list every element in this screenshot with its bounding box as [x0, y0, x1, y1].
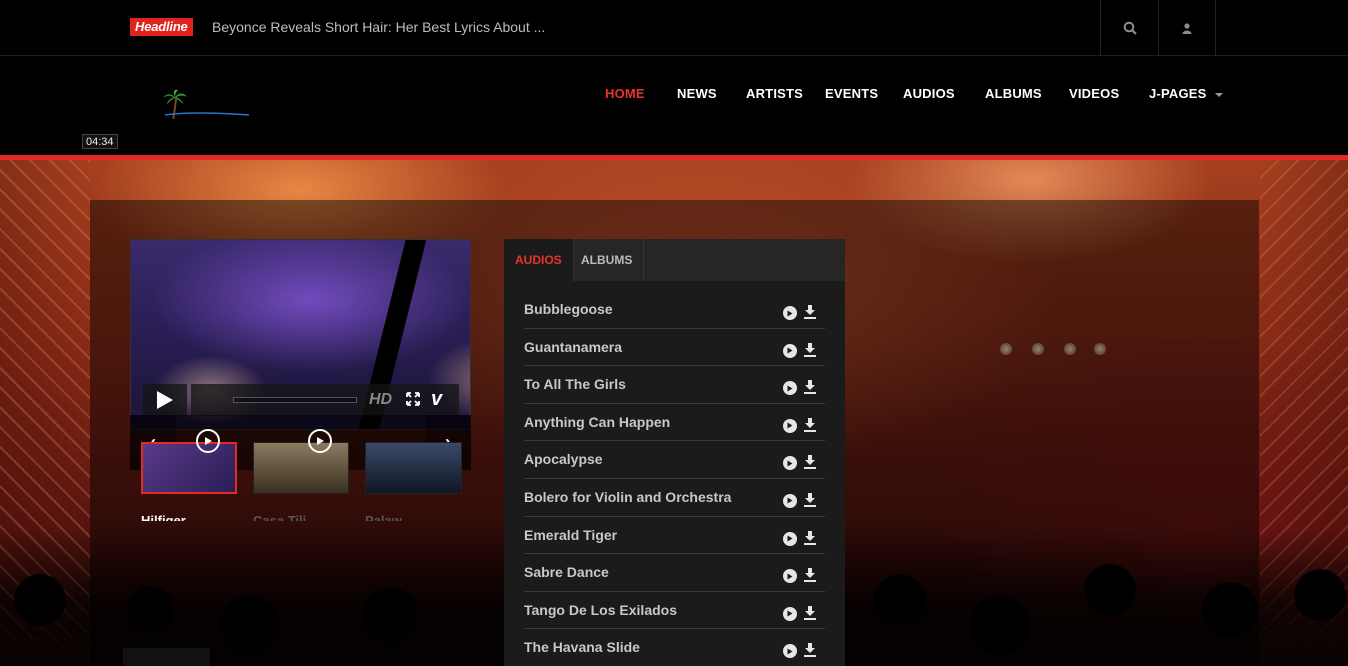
nav-events[interactable]: EVENTS [825, 86, 878, 102]
track-row: To All The Girls [524, 366, 825, 404]
track-row: Bubblegoose [524, 291, 825, 329]
track-title[interactable]: Emerald Tiger [524, 527, 617, 543]
chevron-down-icon [1214, 92, 1223, 97]
track-title[interactable]: Sabre Dance [524, 564, 609, 580]
widget-tabs: AUDIOS ALBUMS [504, 239, 845, 281]
search-icon [1123, 21, 1137, 35]
tab-audios[interactable]: AUDIOS [504, 239, 574, 281]
play-button[interactable] [143, 384, 187, 416]
thumb-caption-2[interactable]: Casa Tili [253, 513, 306, 521]
video-thumbnail-2[interactable] [253, 442, 349, 494]
download-icon[interactable] [803, 492, 817, 508]
track-row: Apocalypse [524, 441, 825, 479]
track-row: Guantanamera [524, 329, 825, 367]
track-title[interactable]: The Havana Slide [524, 639, 640, 655]
download-icon[interactable] [803, 342, 817, 358]
play-circle-icon[interactable] [783, 606, 797, 621]
play-circle-icon[interactable] [783, 644, 797, 659]
track-list: Bubblegoose Guantanamera To All The Girl… [524, 291, 825, 666]
track-title[interactable]: To All The Girls [524, 376, 626, 392]
track-row: The Havana Slide [524, 629, 825, 666]
download-icon[interactable] [803, 642, 817, 658]
download-icon[interactable] [803, 454, 817, 470]
video-time-tooltip: 04:34 [82, 134, 118, 149]
nav-home[interactable]: HOME [605, 86, 645, 102]
video-progress-track[interactable] [233, 397, 357, 403]
hd-toggle[interactable]: HD [369, 391, 392, 409]
headline-badge: Headline [130, 18, 193, 36]
play-circle-icon[interactable] [783, 306, 797, 320]
play-circle-icon[interactable] [783, 456, 797, 471]
tab-albums[interactable]: ALBUMS [570, 239, 645, 281]
track-title[interactable]: Apocalypse [524, 451, 603, 467]
nav-albums[interactable]: ALBUMS [985, 86, 1042, 102]
nav-j-pages[interactable]: J-PAGES [1149, 86, 1223, 102]
thumb-caption-1[interactable]: Hilfiger [141, 513, 186, 521]
download-icon[interactable] [803, 379, 817, 395]
play-circle-icon[interactable] [783, 531, 797, 546]
play-icon [157, 391, 173, 409]
track-row: Emerald Tiger [524, 517, 825, 555]
thumb-play-icon[interactable] [308, 429, 332, 453]
fullscreen-button[interactable] [406, 392, 420, 411]
track-title[interactable]: Guantanamera [524, 339, 622, 355]
track-title[interactable]: Bolero for Violin and Orchestra [524, 489, 731, 505]
nav-news[interactable]: NEWS [677, 86, 717, 102]
video-thumbnail-3[interactable] [365, 442, 462, 494]
audio-albums-widget: AUDIOS ALBUMS Bubblegoose Guantanamera T… [504, 239, 845, 666]
track-row: Anything Can Happen [524, 404, 825, 442]
nav-j-pages-label: J-PAGES [1149, 86, 1207, 101]
nav-videos[interactable]: VIDEOS [1069, 86, 1119, 102]
main-nav: HOME NEWS ARTISTS EVENTS AUDIOS ALBUMS V… [0, 86, 1348, 106]
play-circle-icon[interactable] [783, 418, 797, 433]
download-icon[interactable] [803, 605, 817, 621]
user-icon [1182, 22, 1192, 34]
nav-artists[interactable]: ARTISTS [746, 86, 803, 102]
play-circle-icon[interactable] [783, 343, 797, 358]
search-button[interactable] [1100, 0, 1158, 56]
download-icon[interactable] [803, 530, 817, 546]
thumb-play-icon[interactable] [196, 429, 220, 453]
video-controls: HD v [143, 384, 459, 416]
play-circle-icon[interactable] [783, 493, 797, 508]
video-thumbnail-1[interactable] [141, 442, 237, 494]
track-row: Bolero for Violin and Orchestra [524, 479, 825, 517]
track-title[interactable]: Bubblegoose [524, 301, 613, 317]
download-icon[interactable] [803, 304, 817, 320]
video-control-bar: HD v [191, 384, 459, 416]
headline-link[interactable]: Beyonce Reveals Short Hair: Her Best Lyr… [212, 19, 545, 36]
track-title[interactable]: Tango De Los Exilados [524, 602, 677, 618]
thumb-caption-3[interactable]: Palaw [365, 513, 402, 521]
download-icon[interactable] [803, 567, 817, 583]
back-to-top-button[interactable] [123, 648, 210, 666]
play-circle-icon[interactable] [783, 381, 797, 396]
play-circle-icon[interactable] [783, 569, 797, 584]
track-row: Sabre Dance [524, 554, 825, 592]
nav-audios[interactable]: AUDIOS [903, 86, 955, 102]
track-title[interactable]: Anything Can Happen [524, 414, 670, 430]
user-button[interactable] [1158, 0, 1216, 56]
fullscreen-icon [406, 392, 420, 406]
track-row: Tango De Los Exilados [524, 592, 825, 630]
download-icon[interactable] [803, 417, 817, 433]
vimeo-logo-button[interactable]: v [431, 388, 442, 410]
video-player[interactable]: HD v [130, 239, 471, 430]
site-header: HOME NEWS ARTISTS EVENTS AUDIOS ALBUMS V… [0, 56, 1348, 156]
top-bar: Headline Beyonce Reveals Short Hair: Her… [0, 0, 1348, 56]
